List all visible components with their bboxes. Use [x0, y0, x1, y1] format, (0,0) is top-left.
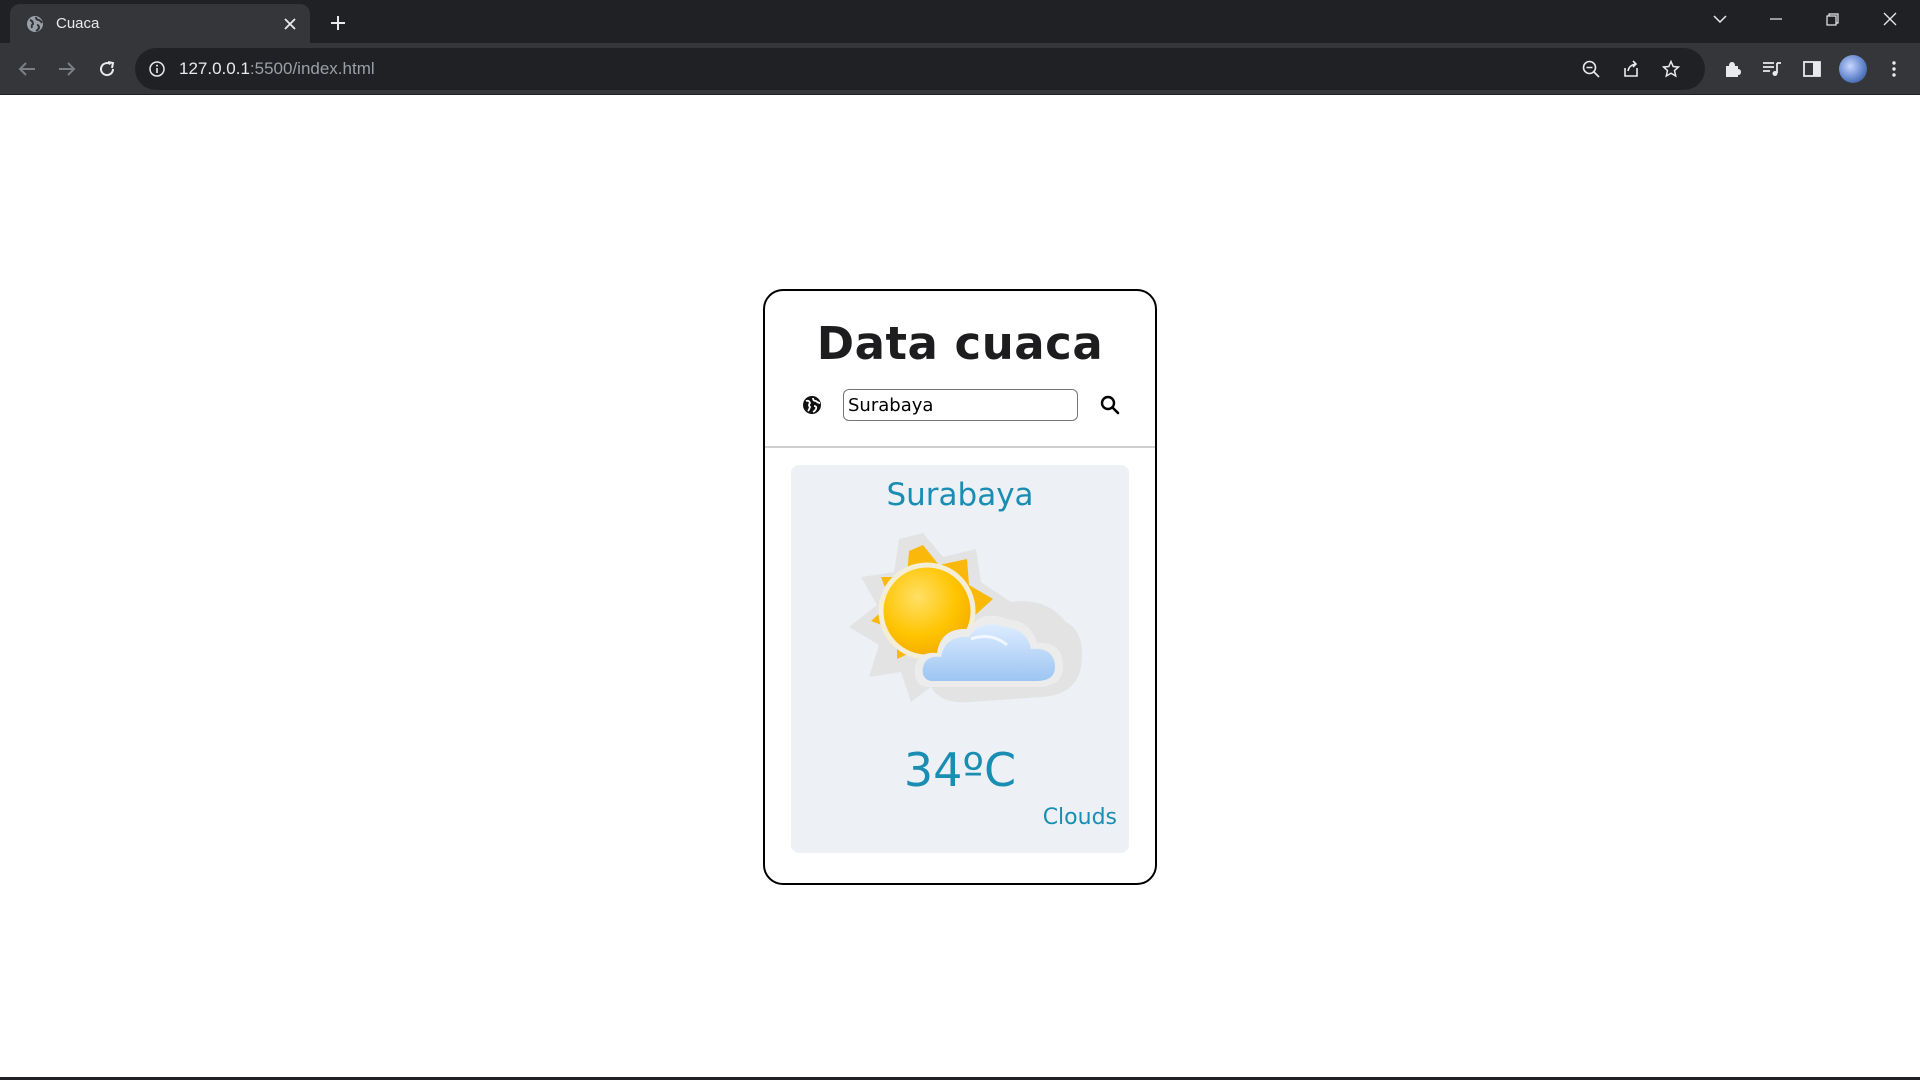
- star-icon[interactable]: [1655, 53, 1687, 85]
- back-icon[interactable]: [11, 53, 43, 85]
- tab-strip: Cuaca: [0, 0, 1920, 43]
- weather-condition: Clouds: [1042, 805, 1117, 830]
- tab-search-icon[interactable]: [1692, 0, 1748, 38]
- city-name: Surabaya: [886, 477, 1034, 513]
- search-row: [765, 389, 1155, 421]
- zoom-out-icon[interactable]: [1575, 53, 1607, 85]
- extensions-icon[interactable]: [1716, 53, 1748, 85]
- tab-title: Cuaca: [56, 15, 100, 32]
- minimize-icon[interactable]: [1748, 0, 1804, 38]
- profile-avatar[interactable]: [1839, 55, 1867, 83]
- divider: [765, 446, 1155, 448]
- forward-icon[interactable]: [51, 53, 83, 85]
- restore-icon[interactable]: [1804, 0, 1860, 38]
- city-search-input[interactable]: [843, 389, 1078, 421]
- side-panel-icon[interactable]: [1796, 53, 1828, 85]
- menu-icon[interactable]: [1878, 53, 1910, 85]
- page-viewport: Data cuaca Surabaya Surabaya 34ºC Clouds: [0, 96, 1920, 1080]
- page-title: Data cuaca: [816, 317, 1104, 370]
- temperature: 34ºC: [903, 743, 1017, 797]
- new-tab-button[interactable]: [324, 9, 352, 37]
- address-bar[interactable]: 127.0.0.1:5500/index.html: [135, 48, 1705, 90]
- search-icon[interactable]: [1099, 394, 1121, 416]
- url-host: 127.0.0.1: [179, 59, 250, 78]
- reload-icon[interactable]: [91, 53, 123, 85]
- media-icon[interactable]: [1756, 53, 1788, 85]
- weather-card: Data cuaca Surabaya Surabaya 34ºC Clouds: [763, 289, 1157, 885]
- share-icon[interactable]: [1615, 53, 1647, 85]
- browser-toolbar: 127.0.0.1:5500/index.html: [0, 43, 1920, 95]
- tab-cuaca[interactable]: Cuaca: [10, 4, 310, 43]
- partly-cloudy-icon: [831, 527, 1091, 733]
- close-tab-icon[interactable]: [280, 14, 300, 34]
- info-icon[interactable]: [149, 61, 165, 77]
- globe-icon: [802, 395, 822, 415]
- globe-icon: [26, 15, 44, 33]
- weather-result-panel: Surabaya 34ºC Clouds: [791, 465, 1129, 853]
- url-text: 127.0.0.1:5500/index.html: [179, 59, 375, 79]
- url-path: :5500/index.html: [249, 59, 375, 78]
- close-icon[interactable]: [1862, 0, 1918, 38]
